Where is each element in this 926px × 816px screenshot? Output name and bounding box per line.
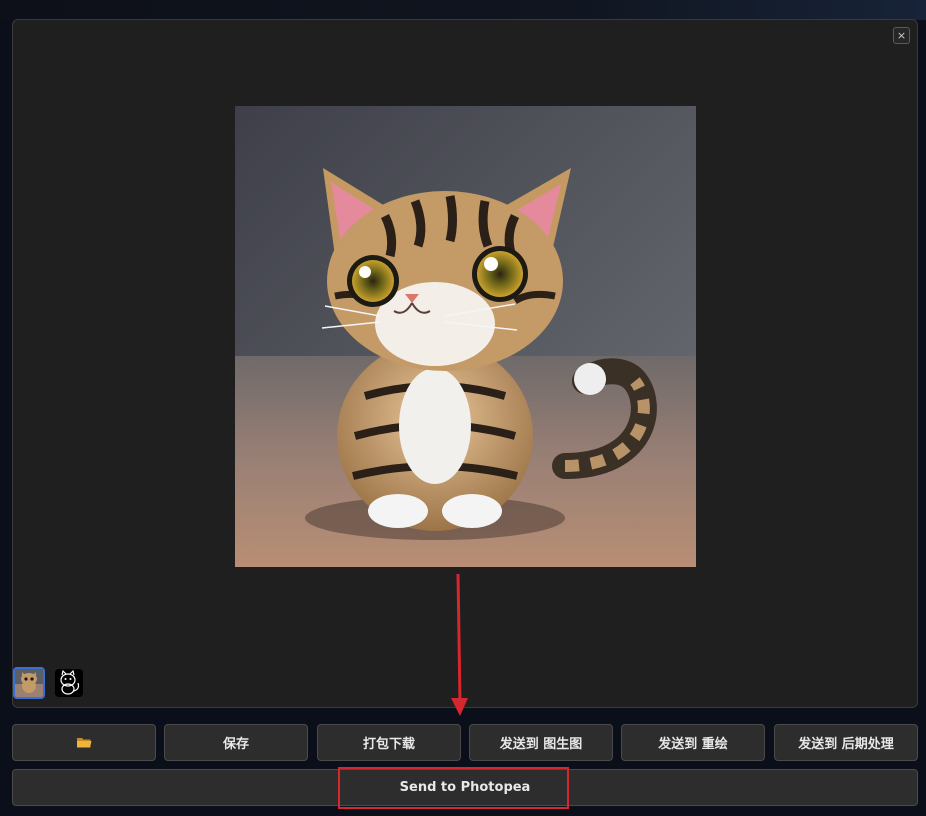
close-button[interactable]: ×	[893, 27, 910, 44]
action-button-row: 保存 打包下载 发送到 图生图 发送到 重绘 发送到 后期处理	[12, 724, 918, 762]
send-to-extras-button[interactable]: 发送到 后期处理	[774, 724, 918, 761]
top-background	[0, 0, 926, 20]
generated-image-preview[interactable]	[235, 106, 696, 567]
annotation-arrow-icon	[448, 572, 470, 718]
send-to-img2img-button[interactable]: 发送到 图生图	[469, 724, 613, 761]
zip-download-button[interactable]: 打包下载	[317, 724, 461, 761]
open-folder-button[interactable]	[12, 724, 156, 761]
folder-icon	[76, 736, 92, 749]
app-root: ×	[0, 0, 926, 816]
kitten-image	[235, 106, 696, 567]
thumb-sketch[interactable]	[55, 669, 83, 697]
annotation-highlight-box	[338, 767, 569, 809]
send-to-inpaint-button[interactable]: 发送到 重绘	[621, 724, 765, 761]
kitten-thumbnail-icon	[15, 669, 43, 697]
thumb-kitten[interactable]	[13, 667, 45, 699]
save-button[interactable]: 保存	[164, 724, 308, 761]
sketch-thumbnail-icon	[55, 669, 83, 697]
